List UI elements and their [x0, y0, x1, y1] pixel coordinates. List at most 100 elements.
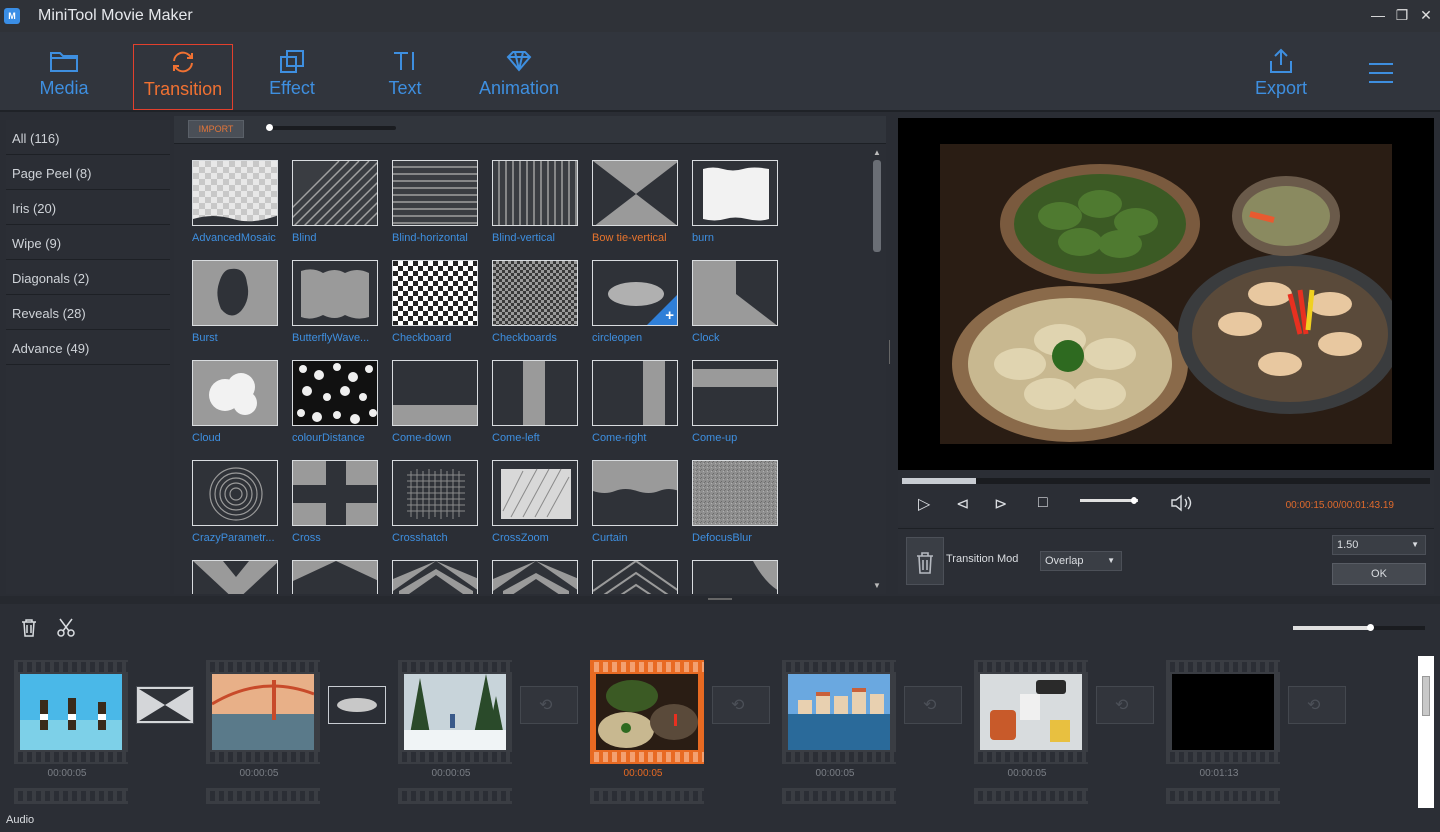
film-strip: [590, 662, 704, 672]
transition-slot[interactable]: ⟲: [712, 686, 770, 724]
timeline-clip[interactable]: [974, 660, 1088, 764]
transition-tile[interactable]: Come-right: [592, 360, 678, 444]
timeline-clip[interactable]: [398, 660, 512, 764]
import-button[interactable]: IMPORT: [188, 120, 244, 138]
stop-icon[interactable]: □: [1038, 494, 1048, 512]
category-wipe[interactable]: Wipe (9): [6, 225, 170, 260]
transition-tile[interactable]: ButterflyWave...: [292, 260, 378, 344]
transition-tile[interactable]: Come-up: [692, 360, 778, 444]
maximize-button[interactable]: ❐: [1394, 6, 1410, 24]
timeline: 00:00:05 00:00:05 00:00:05 ⟲ 00:00:05 ⟲ …: [0, 604, 1440, 832]
curtain-thumbnail: [592, 460, 678, 526]
tab-animation[interactable]: Animation: [469, 44, 569, 110]
next-frame-icon[interactable]: ⊳: [994, 494, 1007, 514]
zoom-thumb[interactable]: [1366, 624, 1374, 631]
duration-select[interactable]: 1.50 ▼: [1332, 535, 1426, 555]
transition-tile[interactable]: + circleopen: [592, 260, 678, 344]
scroll-thumb[interactable]: [1422, 676, 1430, 716]
transition-tile[interactable]: Come-down: [392, 360, 478, 444]
splitter-grip[interactable]: [708, 598, 732, 600]
transition-tile[interactable]: CrossZoom: [492, 460, 578, 544]
scroll-up-icon[interactable]: ▲: [872, 148, 882, 157]
category-iris[interactable]: Iris (20): [6, 190, 170, 225]
tab-transition[interactable]: Transition: [133, 44, 233, 110]
transition-slot[interactable]: [136, 686, 194, 724]
timeline-clip[interactable]: [1166, 660, 1280, 764]
transition-tile[interactable]: AdvancedMosaic: [192, 160, 278, 244]
transition-tile[interactable]: CrazyParametr...: [192, 460, 278, 544]
snowy-forest-thumbnail: [404, 674, 506, 750]
transition-tile[interactable]: Cross: [292, 460, 378, 544]
ok-button[interactable]: OK: [1332, 563, 1426, 585]
scroll-down-icon[interactable]: ▼: [872, 581, 882, 590]
delete-transition-button[interactable]: [906, 537, 944, 585]
audio-track-slot: [398, 788, 512, 804]
category-reveals[interactable]: Reveals (28): [6, 295, 170, 330]
transition-tile[interactable]: Clock: [692, 260, 778, 344]
tab-media[interactable]: Media: [14, 44, 114, 110]
export-button[interactable]: Export: [1231, 44, 1331, 110]
close-button[interactable]: ✕: [1418, 6, 1434, 24]
slider-thumb[interactable]: [266, 124, 273, 131]
previous-frame-icon[interactable]: ⊲: [956, 494, 969, 514]
transition-tile[interactable]: Blind-horizontal: [392, 160, 478, 244]
transition-tile[interactable]: Bow tie-vertical: [592, 160, 678, 244]
transition-tile[interactable]: Curtain: [592, 460, 678, 544]
category-advance[interactable]: Advance (49): [6, 330, 170, 365]
transition-slot[interactable]: ⟲: [520, 686, 578, 724]
transition-name: Bow tie-vertical: [592, 232, 667, 244]
transition-tile[interactable]: Blind: [292, 160, 378, 244]
transition-tile[interactable]: Cloud: [192, 360, 278, 444]
transition-tile[interactable]: [192, 560, 278, 594]
transition-tile[interactable]: [592, 560, 678, 594]
volume-slider[interactable]: [1080, 497, 1138, 504]
horizontal-splitter[interactable]: [0, 596, 1440, 604]
vertical-splitter-grip[interactable]: [889, 340, 891, 364]
timeline-clip[interactable]: [782, 660, 896, 764]
transition-tile[interactable]: Checkboards: [492, 260, 578, 344]
transition-tile[interactable]: [292, 560, 378, 594]
library-scrollbar[interactable]: ▲ ▼: [872, 148, 882, 590]
timeline-zoom-slider[interactable]: [1293, 624, 1425, 631]
transition-tile[interactable]: DefocusBlur: [692, 460, 778, 544]
play-icon[interactable]: ▷: [918, 494, 930, 514]
category-all[interactable]: All (116): [6, 120, 170, 155]
thumbnail-size-slider[interactable]: [266, 124, 396, 131]
bow-tie-vertical-thumbnail: [592, 160, 678, 226]
transition-name: Clock: [692, 332, 720, 344]
transition-tile[interactable]: burn: [692, 160, 778, 244]
scroll-thumb[interactable]: [873, 160, 881, 252]
transition-tile[interactable]: Burst: [192, 260, 278, 344]
category-diagonals[interactable]: Diagonals (2): [6, 260, 170, 295]
category-page-peel[interactable]: Page Peel (8): [6, 155, 170, 190]
transition-slot[interactable]: ⟲: [904, 686, 962, 724]
transition-tile[interactable]: colourDistance: [292, 360, 378, 444]
transition-name: Come-left: [492, 432, 540, 444]
timeline-clip[interactable]: [206, 660, 320, 764]
scissors-icon[interactable]: [56, 618, 76, 643]
transition-tile[interactable]: Blind-vertical: [492, 160, 578, 244]
transition-tile[interactable]: Checkboard: [392, 260, 478, 344]
timeline-clip-selected[interactable]: [590, 660, 704, 764]
minimize-button[interactable]: —: [1370, 6, 1386, 24]
playback-progress[interactable]: [902, 478, 1430, 484]
transition-tile[interactable]: Crosshatch: [392, 460, 478, 544]
timeline-clip[interactable]: [14, 660, 128, 764]
transition-tile[interactable]: [492, 560, 578, 594]
transition-slot[interactable]: [328, 686, 386, 724]
clock-thumbnail: [692, 260, 778, 326]
transition-slot[interactable]: ⟲: [1096, 686, 1154, 724]
tab-effect[interactable]: Effect: [242, 44, 342, 110]
transition-slot[interactable]: ⟲: [1288, 686, 1346, 724]
transition-tile[interactable]: [392, 560, 478, 594]
transition-tile[interactable]: [692, 560, 778, 594]
add-icon[interactable]: +: [665, 307, 674, 324]
hamburger-icon[interactable]: [1368, 62, 1394, 89]
transition-mode-select[interactable]: Overlap ▼: [1040, 551, 1122, 571]
volume-thumb[interactable]: [1130, 497, 1137, 504]
trash-icon[interactable]: [20, 618, 38, 643]
timeline-scrollbar[interactable]: [1418, 656, 1434, 808]
transition-tile[interactable]: Come-left: [492, 360, 578, 444]
speaker-icon[interactable]: [1170, 494, 1194, 517]
tab-text[interactable]: Text: [355, 44, 455, 110]
